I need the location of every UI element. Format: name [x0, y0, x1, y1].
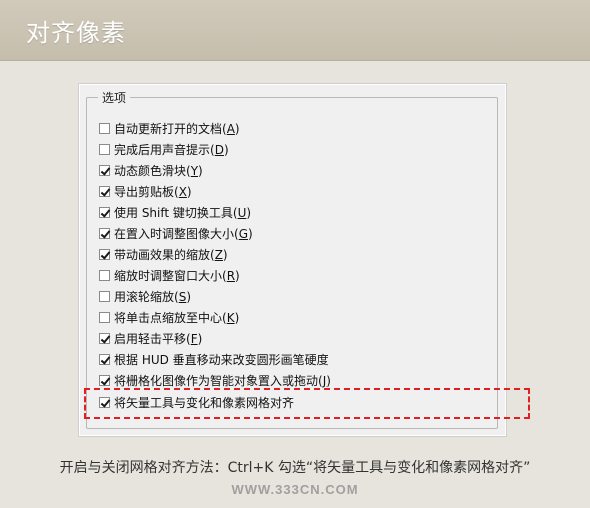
checkbox[interactable] — [99, 269, 110, 281]
option-zoom-clicked-point-to-center[interactable]: 将单击点缩放至中心(K) — [99, 309, 239, 325]
site-watermark: WWW.333CN.COM — [231, 482, 359, 497]
option-label: 将单击点缩放至中心(K) — [114, 310, 240, 325]
option-place-raster-as-smart-object[interactable]: 将栅格化图像作为智能对象置入或拖动(J) — [99, 372, 331, 388]
option-label: 完成后用声音提示(D) — [114, 142, 229, 157]
checkbox[interactable] — [99, 227, 110, 239]
checkbox[interactable] — [99, 374, 110, 386]
checkbox[interactable] — [99, 143, 110, 155]
option-zoom-resizes-windows[interactable]: 缩放时调整窗口大小(R) — [99, 267, 240, 283]
option-resize-image-during-place[interactable]: 在置入时调整图像大小(G) — [99, 225, 253, 241]
options-group-label: 选项 — [98, 89, 131, 106]
option-label: 自动更新打开的文档(A) — [114, 121, 240, 136]
checkbox[interactable] — [99, 290, 110, 302]
option-zoom-with-scroll-wheel[interactable]: 用滚轮缩放(S) — [99, 288, 191, 304]
title-banner: 对齐像素 — [0, 0, 590, 61]
option-animated-zoom[interactable]: 带动画效果的缩放(Z) — [99, 246, 228, 262]
page-title: 对齐像素 — [26, 19, 126, 47]
checkbox[interactable] — [99, 122, 110, 134]
option-beep-when-done[interactable]: 完成后用声音提示(D) — [99, 141, 229, 157]
checkbox[interactable] — [99, 164, 110, 176]
option-label: 动态颜色滑块(Y) — [114, 163, 203, 178]
instruction-caption: 开启与关闭网格对齐方法：Ctrl+K 勾选“将矢量工具与变化和像素网格对齐” — [59, 460, 531, 476]
highlight-dashed-box — [84, 388, 530, 419]
option-auto-update-open-documents[interactable]: 自动更新打开的文档(A) — [99, 120, 240, 136]
checkbox[interactable] — [99, 248, 110, 260]
option-label: 缩放时调整窗口大小(R) — [114, 268, 240, 283]
option-label: 启用轻击平移(F) — [114, 331, 203, 346]
checkbox[interactable] — [99, 185, 110, 197]
option-label: 将栅格化图像作为智能对象置入或拖动(J) — [114, 373, 331, 388]
checkbox[interactable] — [99, 311, 110, 323]
option-label: 根据 HUD 垂直移动来改变圆形画笔硬度 — [114, 352, 329, 367]
option-label: 用滚轮缩放(S) — [114, 289, 191, 304]
option-dynamic-color-sliders[interactable]: 动态颜色滑块(Y) — [99, 162, 203, 178]
option-hud-vertical-brush-hardness[interactable]: 根据 HUD 垂直移动来改变圆形画笔硬度 — [99, 351, 329, 367]
option-label: 导出剪贴板(X) — [114, 184, 192, 199]
option-label: 带动画效果的缩放(Z) — [114, 247, 228, 262]
option-export-clipboard[interactable]: 导出剪贴板(X) — [99, 183, 192, 199]
option-label: 在置入时调整图像大小(G) — [114, 226, 253, 241]
checkbox[interactable] — [99, 353, 110, 365]
checkbox[interactable] — [99, 332, 110, 344]
option-shift-tool-switch[interactable]: 使用 Shift 键切换工具(U) — [99, 204, 251, 220]
option-enable-flick-panning[interactable]: 启用轻击平移(F) — [99, 330, 202, 346]
checkbox[interactable] — [99, 206, 110, 218]
option-label: 使用 Shift 键切换工具(U) — [114, 205, 252, 220]
